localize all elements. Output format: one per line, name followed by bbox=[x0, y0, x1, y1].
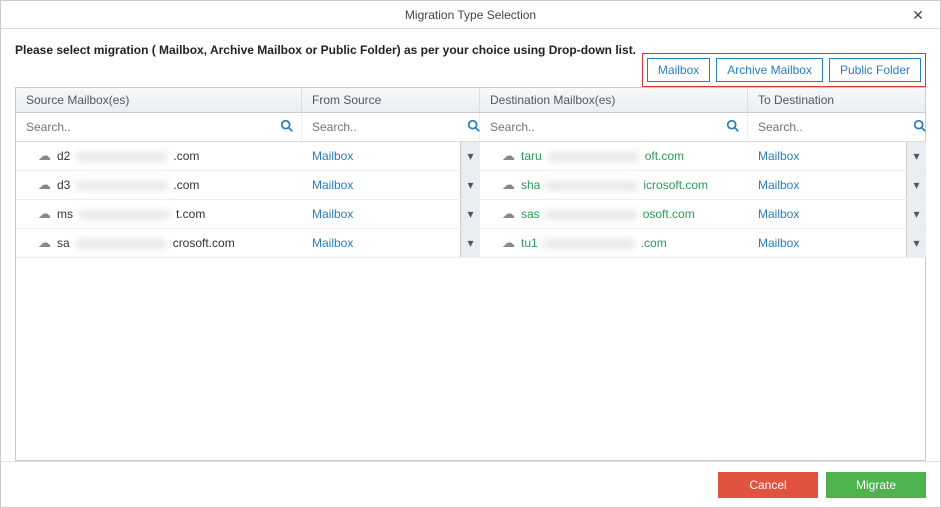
to-dest-dropdown[interactable]: Mailbox ▾ bbox=[748, 142, 926, 170]
mailbox-text: d3 bbox=[57, 178, 70, 192]
dest-mailbox-cell[interactable]: ☁ sas xxxxxxxxxxxxxx osoft.com bbox=[480, 200, 748, 228]
cloud-icon: ☁ bbox=[38, 177, 51, 193]
redacted-text: xxxxxxxxxxxxxx bbox=[76, 178, 167, 192]
mapping-row: ☁ d3 xxxxxxxxxxxxxx .com Mailbox ▾ ☁ sha xxxxxxx… bbox=[16, 171, 925, 200]
redacted-text: xxxxxxxxxxxxxx bbox=[548, 149, 639, 163]
dropdown-value: Mailbox bbox=[312, 207, 353, 221]
cancel-button[interactable]: Cancel bbox=[718, 472, 818, 498]
mapping-row: ☁ d2 xxxxxxxxxxxxxx .com Mailbox ▾ ☁ taru xxxxxx… bbox=[16, 142, 925, 171]
title-bar: Migration Type Selection ✕ bbox=[1, 1, 940, 29]
dropdown-value: Mailbox bbox=[312, 178, 353, 192]
header-to-dest: To Destination bbox=[748, 88, 926, 112]
mailbox-text: ms bbox=[57, 207, 73, 221]
public-folder-button[interactable]: Public Folder bbox=[829, 58, 921, 82]
cloud-icon: ☁ bbox=[502, 148, 515, 164]
search-dest-mailbox[interactable] bbox=[490, 120, 723, 134]
source-mailbox-cell[interactable]: ☁ sa xxxxxxxxxxxxxx crosoft.com bbox=[16, 229, 302, 257]
mailbox-text: osoft.com bbox=[643, 207, 695, 221]
mailbox-text: crosoft.com bbox=[173, 236, 235, 250]
mailbox-text: d2 bbox=[57, 149, 70, 163]
to-dest-dropdown[interactable]: Mailbox ▾ bbox=[748, 229, 926, 257]
header-from-source: From Source bbox=[302, 88, 480, 112]
from-source-dropdown[interactable]: Mailbox ▾ bbox=[302, 142, 480, 170]
chevron-down-icon[interactable]: ▾ bbox=[460, 200, 480, 228]
chevron-down-icon[interactable]: ▾ bbox=[906, 142, 926, 170]
mailbox-text: .com bbox=[173, 178, 199, 192]
from-source-dropdown[interactable]: Mailbox ▾ bbox=[302, 200, 480, 228]
redacted-text: xxxxxxxxxxxxxx bbox=[79, 207, 170, 221]
to-dest-dropdown[interactable]: Mailbox ▾ bbox=[748, 171, 926, 199]
mailbox-text: .com bbox=[641, 236, 667, 250]
cloud-icon: ☁ bbox=[502, 177, 515, 193]
column-headers: Source Mailbox(es) From Source Destinati… bbox=[16, 88, 925, 113]
cloud-icon: ☁ bbox=[38, 148, 51, 164]
search-to-dest[interactable] bbox=[758, 120, 913, 134]
mailbox-text: icrosoft.com bbox=[643, 178, 708, 192]
mailbox-text: t.com bbox=[176, 207, 205, 221]
dropdown-value: Mailbox bbox=[758, 207, 799, 221]
dest-mailbox-cell[interactable]: ☁ tu1 xxxxxxxxxxxxxx .com bbox=[480, 229, 748, 257]
dropdown-value: Mailbox bbox=[312, 149, 353, 163]
mailbox-text: sa bbox=[57, 236, 70, 250]
mailbox-text: sha bbox=[521, 178, 540, 192]
source-mailbox-cell[interactable]: ☁ d3 xxxxxxxxxxxxxx .com bbox=[16, 171, 302, 199]
window-title: Migration Type Selection bbox=[405, 8, 536, 22]
migration-type-group: Mailbox Archive Mailbox Public Folder bbox=[642, 53, 926, 87]
redacted-text: xxxxxxxxxxxxxx bbox=[546, 207, 637, 221]
dropdown-value: Mailbox bbox=[758, 236, 799, 250]
cloud-icon: ☁ bbox=[502, 206, 515, 222]
cloud-icon: ☁ bbox=[38, 206, 51, 222]
search-row bbox=[16, 113, 925, 142]
chevron-down-icon[interactable]: ▾ bbox=[460, 171, 480, 199]
dropdown-value: Mailbox bbox=[312, 236, 353, 250]
cloud-icon: ☁ bbox=[38, 235, 51, 251]
mailbox-text: oft.com bbox=[645, 149, 684, 163]
chevron-down-icon[interactable]: ▾ bbox=[906, 229, 926, 257]
from-source-dropdown[interactable]: Mailbox ▾ bbox=[302, 171, 480, 199]
to-dest-dropdown[interactable]: Mailbox ▾ bbox=[748, 200, 926, 228]
mailbox-text: sas bbox=[521, 207, 540, 221]
dialog-footer: Cancel Migrate bbox=[1, 461, 940, 507]
source-mailbox-cell[interactable]: ☁ d2 xxxxxxxxxxxxxx .com bbox=[16, 142, 302, 170]
mailbox-text: taru bbox=[521, 149, 542, 163]
search-icon[interactable] bbox=[723, 119, 743, 136]
mailbox-text: .com bbox=[173, 149, 199, 163]
cloud-icon: ☁ bbox=[502, 235, 515, 251]
mapping-grid: Source Mailbox(es) From Source Destinati… bbox=[15, 87, 926, 461]
search-source-mailbox[interactable] bbox=[26, 120, 277, 134]
search-icon[interactable] bbox=[467, 119, 481, 136]
chevron-down-icon[interactable]: ▾ bbox=[906, 200, 926, 228]
from-source-dropdown[interactable]: Mailbox ▾ bbox=[302, 229, 480, 257]
mapping-row: ☁ sa xxxxxxxxxxxxxx crosoft.com Mailbox ▾ ☁ tu1… bbox=[16, 229, 925, 258]
chevron-down-icon[interactable]: ▾ bbox=[460, 142, 480, 170]
dropdown-value: Mailbox bbox=[758, 149, 799, 163]
header-dest-mailbox: Destination Mailbox(es) bbox=[480, 88, 748, 112]
redacted-text: xxxxxxxxxxxxxx bbox=[76, 236, 167, 250]
mailbox-button[interactable]: Mailbox bbox=[647, 58, 710, 82]
mapping-row: ☁ ms xxxxxxxxxxxxxx t.com Mailbox ▾ ☁ sas xxxxxx… bbox=[16, 200, 925, 229]
chevron-down-icon[interactable]: ▾ bbox=[460, 229, 480, 257]
search-from-source[interactable] bbox=[312, 120, 467, 134]
search-icon[interactable] bbox=[913, 119, 927, 136]
migrate-button[interactable]: Migrate bbox=[826, 472, 926, 498]
redacted-text: xxxxxxxxxxxxxx bbox=[544, 236, 635, 250]
close-button[interactable]: ✕ bbox=[904, 1, 932, 29]
dest-mailbox-cell[interactable]: ☁ taru xxxxxxxxxxxxxx oft.com bbox=[480, 142, 748, 170]
redacted-text: xxxxxxxxxxxxxx bbox=[546, 178, 637, 192]
search-icon[interactable] bbox=[277, 119, 297, 136]
dropdown-value: Mailbox bbox=[758, 178, 799, 192]
archive-mailbox-button[interactable]: Archive Mailbox bbox=[716, 58, 823, 82]
redacted-text: xxxxxxxxxxxxxx bbox=[76, 149, 167, 163]
header-source-mailbox: Source Mailbox(es) bbox=[16, 88, 302, 112]
dest-mailbox-cell[interactable]: ☁ sha xxxxxxxxxxxxxx icrosoft.com bbox=[480, 171, 748, 199]
source-mailbox-cell[interactable]: ☁ ms xxxxxxxxxxxxxx t.com bbox=[16, 200, 302, 228]
chevron-down-icon[interactable]: ▾ bbox=[906, 171, 926, 199]
mailbox-text: tu1 bbox=[521, 236, 538, 250]
